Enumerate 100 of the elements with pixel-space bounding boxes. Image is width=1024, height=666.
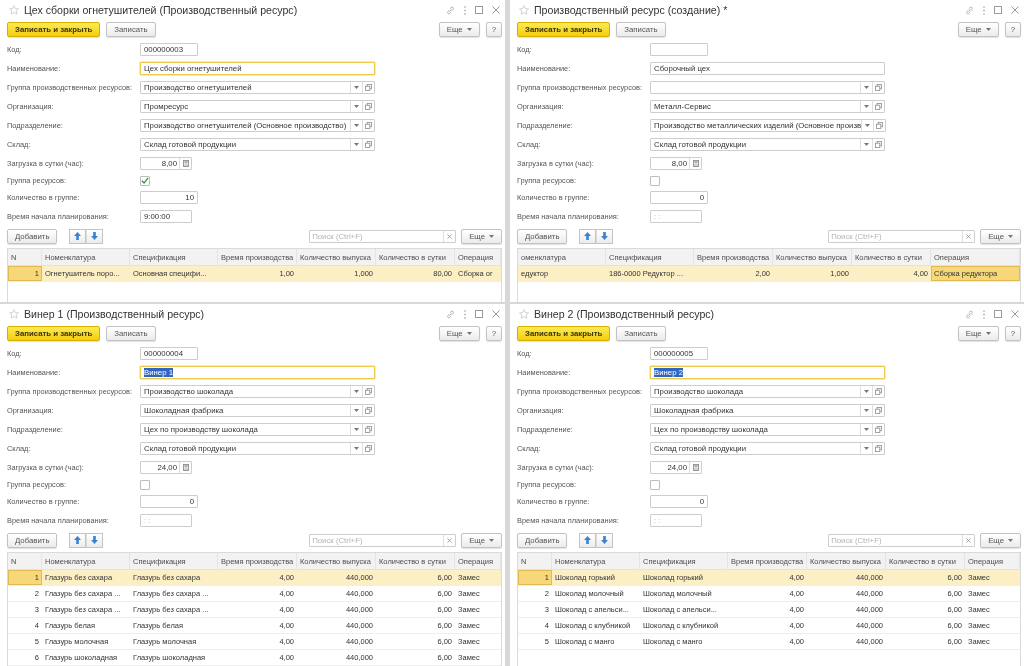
open-button[interactable] <box>362 405 374 416</box>
dropdown-button[interactable] <box>350 120 362 131</box>
maximize-icon[interactable] <box>475 310 483 318</box>
move-up-button[interactable] <box>69 532 87 548</box>
dropdown-button[interactable] <box>860 139 872 150</box>
close-icon <box>447 233 453 239</box>
move-up-button[interactable] <box>579 228 597 244</box>
dropdown-button[interactable] <box>350 386 362 397</box>
arrow-up-icon <box>74 232 82 240</box>
overlapping-squares-icon <box>365 388 372 395</box>
dropdown-button[interactable] <box>860 443 872 454</box>
open-button[interactable] <box>872 82 884 93</box>
text-field[interactable] <box>650 43 708 56</box>
maximize-icon[interactable] <box>994 6 1002 14</box>
caret-icon <box>985 331 991 335</box>
calculator-button[interactable] <box>179 462 191 473</box>
close-icon[interactable] <box>492 310 500 318</box>
caret-icon <box>864 428 869 431</box>
arrow-down-icon <box>91 232 99 240</box>
dropdown-button[interactable] <box>350 443 362 454</box>
window-title: Производственный ресурс (создание) * <box>534 4 728 16</box>
arrow-up-icon <box>74 536 82 544</box>
caret-icon <box>354 124 359 127</box>
star-icon[interactable] <box>519 5 529 15</box>
link-icon[interactable] <box>446 5 455 15</box>
calculator-icon <box>182 160 189 167</box>
overlapping-squares-icon <box>365 445 372 452</box>
move-up-button[interactable] <box>69 228 87 244</box>
checkbox[interactable] <box>650 175 660 186</box>
open-button[interactable] <box>873 120 886 131</box>
star-icon[interactable] <box>9 5 19 15</box>
caret-icon <box>864 86 869 89</box>
caret-icon <box>864 447 869 450</box>
close-icon[interactable] <box>1011 310 1019 318</box>
move-down-button[interactable] <box>596 228 614 244</box>
open-button[interactable] <box>362 101 374 112</box>
caret-icon <box>354 390 359 393</box>
caret-icon <box>489 234 494 238</box>
open-button[interactable] <box>872 101 884 112</box>
calculator-button[interactable] <box>689 158 701 169</box>
link-icon[interactable] <box>965 309 974 319</box>
dropdown-button[interactable] <box>860 101 872 112</box>
link-icon[interactable] <box>965 5 974 15</box>
arrow-down-icon <box>91 536 99 544</box>
calculator-button[interactable] <box>179 158 191 169</box>
star-icon[interactable] <box>9 309 19 319</box>
checkbox[interactable] <box>140 175 150 186</box>
open-button[interactable] <box>872 405 884 416</box>
caret-icon <box>489 538 494 542</box>
link-icon[interactable] <box>446 309 455 319</box>
move-up-button[interactable] <box>579 532 597 548</box>
move-down-button[interactable] <box>596 532 614 548</box>
close-icon <box>447 537 453 543</box>
arrow-up-icon <box>584 536 592 544</box>
open-button[interactable] <box>362 82 374 93</box>
dropdown-button[interactable] <box>350 405 362 416</box>
dropdown-button[interactable] <box>350 139 362 150</box>
overlapping-squares-icon <box>875 84 882 91</box>
maximize-icon[interactable] <box>475 6 483 14</box>
caret-icon <box>865 124 871 127</box>
move-down-button[interactable] <box>86 228 104 244</box>
open-button[interactable] <box>362 424 374 435</box>
arrow-down-icon <box>601 232 609 240</box>
open-button[interactable] <box>362 139 374 150</box>
caret-icon <box>864 105 869 108</box>
maximize-icon[interactable] <box>994 310 1002 318</box>
checkbox[interactable] <box>650 479 660 490</box>
caret-icon <box>985 27 991 31</box>
overlapping-squares-icon <box>876 122 884 129</box>
dropdown-button[interactable] <box>860 405 872 416</box>
dropdown-button[interactable] <box>860 386 872 397</box>
dropdown-button[interactable] <box>350 424 362 435</box>
checkbox[interactable] <box>140 479 150 490</box>
overlapping-squares-icon <box>875 407 882 414</box>
caret-icon <box>354 86 359 89</box>
calculator-button[interactable] <box>689 462 701 473</box>
open-button[interactable] <box>872 424 884 435</box>
caret-icon <box>1008 538 1013 542</box>
window-title: Винер 1 (Производственный ресурс) <box>24 308 205 320</box>
caret-icon <box>1008 234 1013 238</box>
close-icon[interactable] <box>492 6 500 14</box>
dropdown-button[interactable] <box>350 82 362 93</box>
dropdown-button[interactable] <box>350 101 362 112</box>
caret-icon <box>354 428 359 431</box>
dropdown-button[interactable] <box>860 424 872 435</box>
close-icon[interactable] <box>1011 6 1019 14</box>
overlapping-squares-icon <box>365 141 372 148</box>
caret-icon <box>354 105 359 108</box>
open-button[interactable] <box>362 120 374 131</box>
star-icon[interactable] <box>519 309 529 319</box>
open-button[interactable] <box>362 443 374 454</box>
move-down-button[interactable] <box>86 532 104 548</box>
overlapping-squares-icon <box>365 122 372 129</box>
calculator-icon <box>692 160 699 167</box>
dropdown-field[interactable] <box>650 81 885 94</box>
open-button[interactable] <box>872 386 884 397</box>
open-button[interactable] <box>872 443 884 454</box>
open-button[interactable] <box>872 139 884 150</box>
dropdown-button[interactable] <box>860 82 872 93</box>
open-button[interactable] <box>362 386 374 397</box>
